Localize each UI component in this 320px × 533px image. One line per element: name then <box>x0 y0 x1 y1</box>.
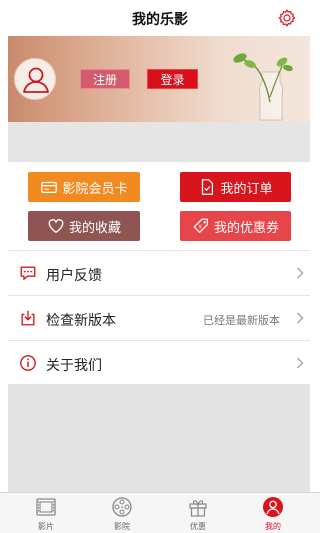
feedback-row[interactable]: 用户反馈 <box>8 250 310 295</box>
orders-label: 我的订单 <box>220 181 273 197</box>
gift-icon <box>189 500 207 517</box>
member-card-label: 影院会员卡 <box>62 181 128 197</box>
user-icon <box>263 497 283 517</box>
favorites-button[interactable]: 我的收藏 <box>28 211 140 241</box>
chevron-right-icon <box>296 312 304 324</box>
coupon-icon: ¥ <box>193 218 208 233</box>
top-bar: 我的乐影 <box>0 0 320 36</box>
tab-offers[interactable]: 优惠 <box>168 493 228 533</box>
order-icon <box>202 179 214 195</box>
check-update-label: 检查新版本 <box>46 313 116 329</box>
heart-icon <box>48 219 64 233</box>
register-button[interactable]: 注册 <box>80 69 130 89</box>
coupons-button[interactable]: ¥ 我的优惠券 <box>180 211 291 241</box>
tab-offers-label: 优惠 <box>190 522 206 531</box>
quick-actions: 影院会员卡 我的订单 我的收藏 ¥ 我的优惠券 <box>0 162 320 250</box>
banner-placeholder <box>8 122 310 162</box>
about-row[interactable]: 关于我们 <box>8 340 310 385</box>
about-label: 关于我们 <box>46 358 102 374</box>
chevron-right-icon <box>296 267 304 279</box>
tab-mine[interactable]: 我的 <box>243 493 303 533</box>
tab-cinema[interactable]: 影院 <box>92 493 152 533</box>
user-icon <box>23 67 49 93</box>
page-title: 我的乐影 <box>132 12 188 28</box>
favorites-label: 我的收藏 <box>68 220 121 236</box>
orders-button[interactable]: 我的订单 <box>180 172 291 202</box>
chevron-right-icon <box>296 357 304 369</box>
check-update-row[interactable]: 检查新版本 已经是最新版本 <box>8 295 310 340</box>
tab-mine-label: 我的 <box>265 522 281 531</box>
card-icon <box>41 181 58 194</box>
tab-films[interactable]: 影片 <box>16 493 76 533</box>
download-icon <box>21 310 35 326</box>
info-icon <box>20 355 36 371</box>
svg-text:¥: ¥ <box>198 225 202 231</box>
login-button[interactable]: 登录 <box>147 69 198 89</box>
avatar[interactable] <box>14 58 56 100</box>
member-card-button[interactable]: 影院会员卡 <box>28 172 140 202</box>
profile-banner: 注册 登录 <box>8 36 310 122</box>
film-reel-icon <box>112 497 132 517</box>
tab-cinema-label: 影院 <box>114 522 130 531</box>
settings-menu: 用户反馈 检查新版本 已经是最新版本 关于我们 <box>8 250 310 385</box>
feedback-label: 用户反馈 <box>46 268 102 284</box>
empty-area <box>8 384 310 492</box>
chat-icon <box>20 266 36 280</box>
update-status: 已经是最新版本 <box>203 314 280 327</box>
film-icon <box>36 498 56 516</box>
coupons-label: 我的优惠券 <box>213 220 279 236</box>
plant-illustration <box>233 53 293 121</box>
gear-icon[interactable] <box>277 8 297 28</box>
bottom-tab-bar: 影片 影院 优惠 我的 <box>0 492 320 533</box>
tab-films-label: 影片 <box>38 522 54 531</box>
